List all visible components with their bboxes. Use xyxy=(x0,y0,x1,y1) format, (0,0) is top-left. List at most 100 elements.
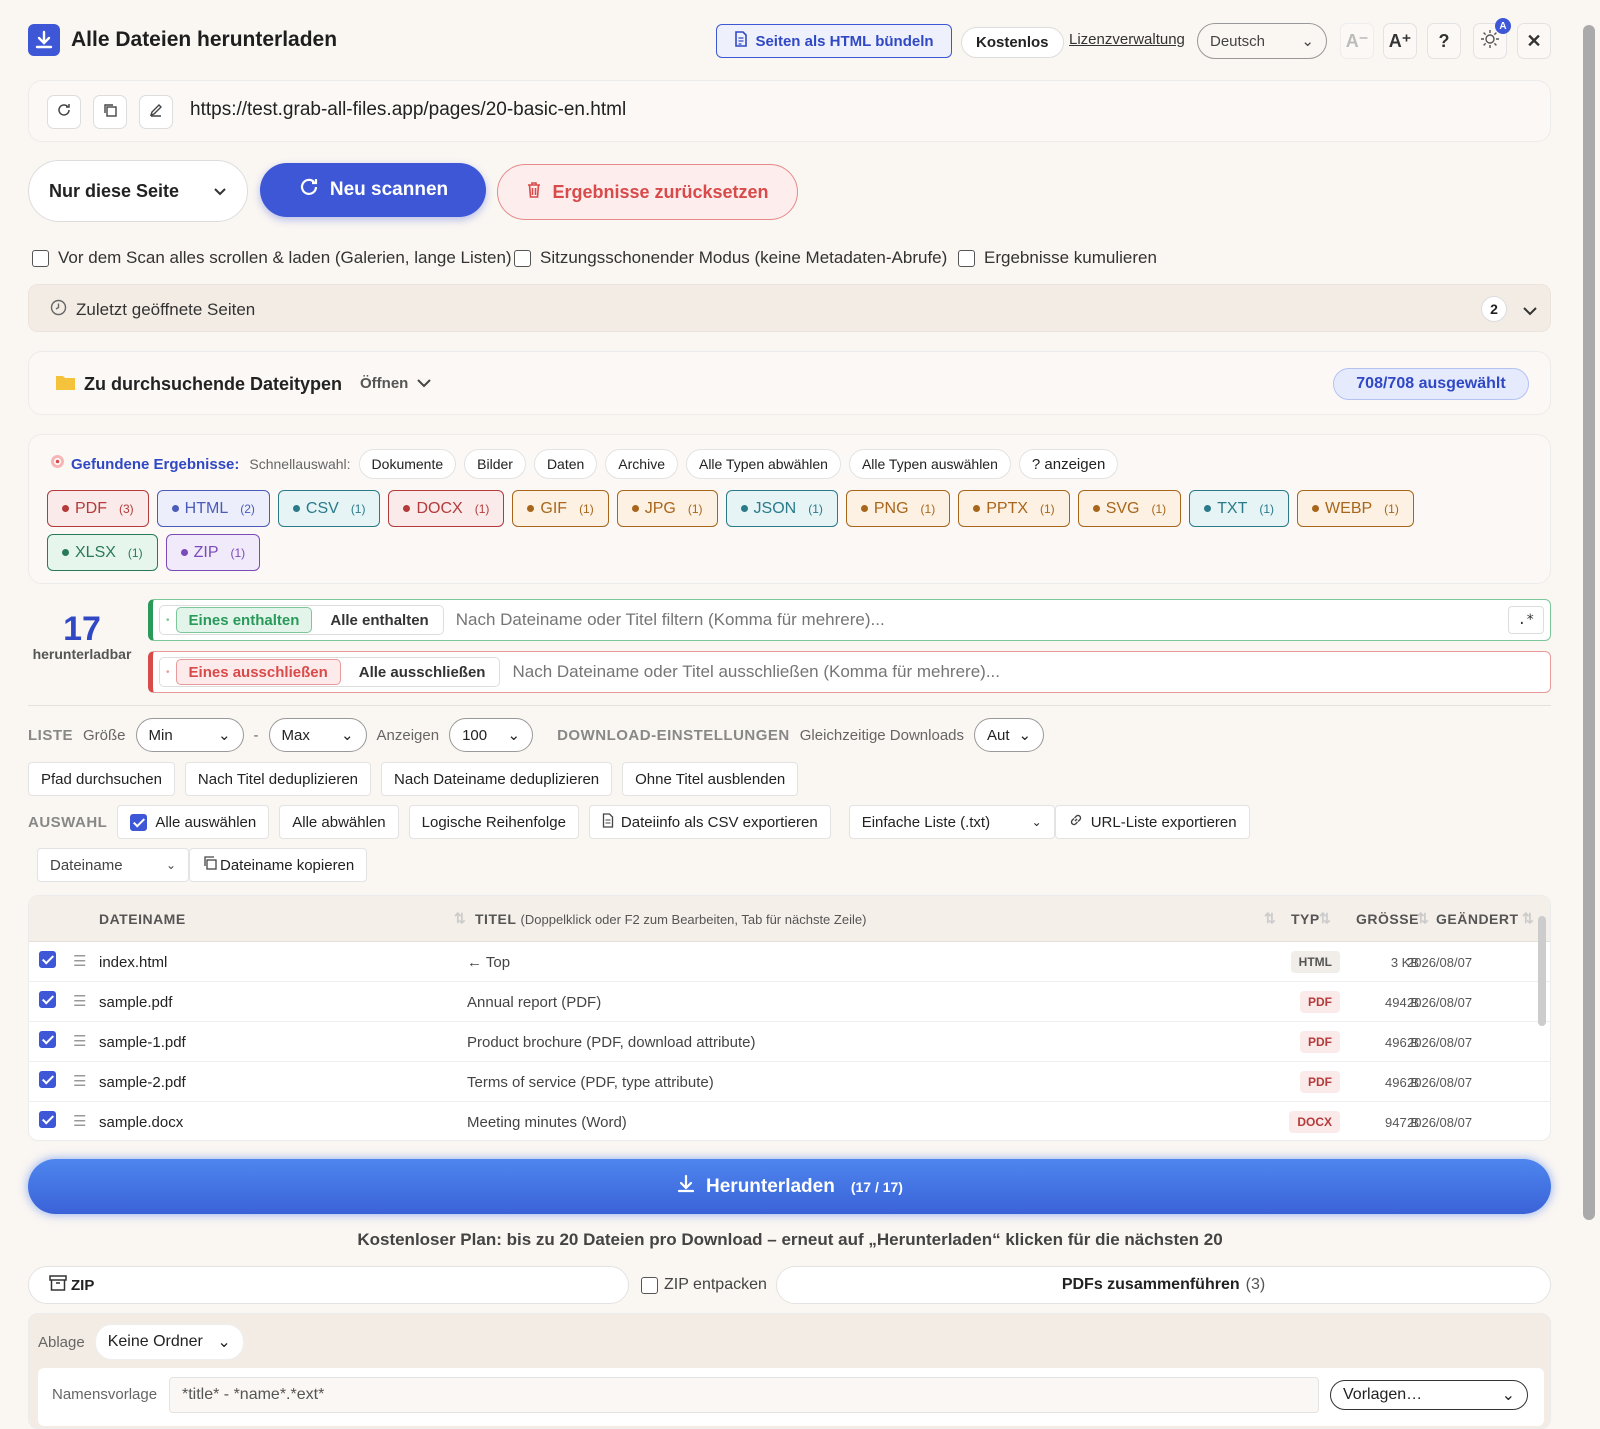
language-select[interactable]: Deutsch ⌄ xyxy=(1197,23,1327,59)
dedupe-title-button[interactable]: Nach Titel deduplizieren xyxy=(184,762,372,796)
sort-icon[interactable]: ⇅ xyxy=(1417,910,1429,927)
sort-icon[interactable]: ⇅ xyxy=(1264,910,1276,927)
type-tag-pdf[interactable]: PDF (3) xyxy=(47,490,149,527)
exclude-filter-input[interactable] xyxy=(512,662,1513,682)
deselect-all-types-button[interactable]: Alle Typen abwählen xyxy=(685,449,841,479)
option-scroll-load[interactable]: Vor dem Scan alles scrollen & laden (Gal… xyxy=(32,248,512,268)
type-tag-csv[interactable]: CSV (1) xyxy=(277,490,381,527)
regex-toggle[interactable]: .* xyxy=(1508,606,1544,634)
recent-pages-panel[interactable] xyxy=(28,284,1551,332)
row-checkbox[interactable] xyxy=(39,1111,56,1128)
table-scrollbar[interactable] xyxy=(1538,916,1546,1026)
option-accumulate[interactable]: Ergebnisse kumulieren xyxy=(958,248,1157,268)
font-larger-button[interactable]: A⁺ xyxy=(1383,23,1417,59)
quick-images-button[interactable]: Bilder xyxy=(464,449,526,479)
download-button[interactable]: Herunterladen (17 / 17) xyxy=(28,1159,1551,1214)
table-row[interactable]: ☰ index.html ← Top HTML 3 KB 2026/08/07 xyxy=(29,942,1550,982)
deselect-all-button[interactable]: Alle abwählen xyxy=(279,805,399,839)
file-types-toggle[interactable]: Öffnen xyxy=(360,375,432,392)
merge-pdfs-button[interactable]: PDFs zusammenführen (3) xyxy=(776,1266,1551,1304)
type-tag-jpg[interactable]: JPG (1) xyxy=(616,490,718,527)
reload-button[interactable] xyxy=(47,95,81,129)
license-link[interactable]: Lizenzverwaltung xyxy=(1069,31,1185,48)
url-text[interactable]: https://test.grab-all-files.app/pages/20… xyxy=(190,99,626,121)
row-title[interactable]: Meeting minutes (Word) xyxy=(467,1114,627,1131)
type-tag-svg[interactable]: SVG (1) xyxy=(1077,490,1182,527)
reset-results-button[interactable]: Ergebnisse zurücksetzen xyxy=(497,164,798,220)
min-size-select[interactable]: Min ⌄ xyxy=(135,718,244,752)
name-template-input[interactable]: *title* - *name*.*ext* xyxy=(169,1377,1319,1413)
row-title[interactable]: Terms of service (PDF, type attribute) xyxy=(467,1074,714,1091)
page-scrollbar[interactable] xyxy=(1583,25,1595,1220)
include-all-button[interactable]: Alle enthalten xyxy=(318,607,440,633)
row-checkbox[interactable] xyxy=(39,991,56,1008)
header-title[interactable]: TITEL (Doppelklick oder F2 zum Bearbeite… xyxy=(475,911,866,927)
header-size[interactable]: GRÖSSE xyxy=(1356,911,1419,927)
include-filter-input[interactable] xyxy=(455,610,1466,630)
row-checkbox[interactable] xyxy=(39,1071,56,1088)
max-size-select[interactable]: Max ⌄ xyxy=(268,718,367,752)
hide-untitled-button[interactable]: Ohne Titel ausblenden xyxy=(622,762,799,796)
quick-documents-button[interactable]: Dokumente xyxy=(358,449,457,479)
drag-handle-icon[interactable]: ☰ xyxy=(73,952,86,970)
header-modified[interactable]: GEÄNDERT xyxy=(1436,911,1519,927)
drag-handle-icon[interactable]: ☰ xyxy=(73,992,86,1010)
select-all-types-button[interactable]: Alle Typen auswählen xyxy=(848,449,1011,479)
exclude-all-button[interactable]: Alle ausschließen xyxy=(347,659,498,685)
type-tag-gif[interactable]: GIF (1) xyxy=(512,490,609,527)
type-tag-webp[interactable]: WEBP (1) xyxy=(1297,490,1414,527)
type-tag-xlsx[interactable]: XLSX (1) xyxy=(47,534,158,571)
drag-handle-icon[interactable]: ☰ xyxy=(73,1032,86,1050)
bundle-html-button[interactable]: Seiten als HTML bündeln xyxy=(716,24,952,58)
font-smaller-button[interactable]: A⁻ xyxy=(1340,23,1374,59)
help-button[interactable]: ? xyxy=(1427,23,1461,59)
copy-field-select[interactable]: Dateiname ⌄ xyxy=(37,848,189,882)
select-all-button[interactable]: Alle auswählen xyxy=(117,805,270,839)
list-format-select[interactable]: Einfache Liste (.txt) ⌄ xyxy=(848,805,1055,839)
copy-url-button[interactable] xyxy=(93,95,127,129)
accumulate-checkbox[interactable] xyxy=(958,249,975,267)
type-tag-pptx[interactable]: PPTX (1) xyxy=(958,490,1070,527)
sort-icon[interactable]: ⇅ xyxy=(1319,910,1331,927)
table-row[interactable]: ☰ sample-2.pdf Terms of service (PDF, type… xyxy=(29,1062,1550,1102)
edit-url-button[interactable] xyxy=(139,95,173,129)
quick-data-button[interactable]: Daten xyxy=(533,449,598,479)
table-row[interactable]: ☰ sample-1.pdf Product brochure (PDF, down… xyxy=(29,1022,1550,1062)
type-tag-json[interactable]: JSON (1) xyxy=(725,490,838,527)
type-tag-html[interactable]: HTML (2) xyxy=(156,490,270,527)
exclude-any-button[interactable]: Eines ausschließen xyxy=(175,659,341,685)
template-presets-select[interactable]: Vorlagen… ⌄ xyxy=(1330,1380,1528,1410)
table-row[interactable]: ☰ sample.docx Meeting minutes (Word) DOCX 94… xyxy=(29,1102,1550,1140)
row-title[interactable]: Product brochure (PDF, download attribut… xyxy=(467,1034,755,1051)
scroll-load-checkbox[interactable] xyxy=(32,249,49,267)
sort-icon[interactable]: ⇅ xyxy=(454,910,466,927)
storage-select[interactable]: Keine Ordner ⌄ xyxy=(94,1324,244,1360)
close-button[interactable]: ✕ xyxy=(1517,23,1551,59)
show-count-select[interactable]: 100 ⌄ xyxy=(449,718,534,752)
select-all-checkbox[interactable] xyxy=(130,813,148,831)
show-help-button[interactable]: ? anzeigen xyxy=(1018,449,1119,479)
copy-filename-button[interactable]: Dateiname kopieren xyxy=(189,848,368,882)
search-path-button[interactable]: Pfad durchsuchen xyxy=(28,762,175,796)
quick-archives-button[interactable]: Archive xyxy=(605,449,678,479)
rescan-button[interactable]: Neu scannen xyxy=(260,163,486,217)
row-title[interactable]: Annual report (PDF) xyxy=(467,994,601,1011)
unzip-checkbox[interactable] xyxy=(641,1276,658,1294)
zip-button[interactable]: ZIP xyxy=(28,1266,629,1304)
unzip-option[interactable]: ZIP entpacken xyxy=(641,1276,767,1294)
session-saving-checkbox[interactable] xyxy=(514,249,531,267)
header-type[interactable]: TYP xyxy=(1291,911,1320,927)
logical-order-button[interactable]: Logische Reihenfolge xyxy=(408,805,579,839)
scan-scope-select[interactable]: Nur diese Seite xyxy=(28,160,248,222)
drag-handle-icon[interactable]: ☰ xyxy=(73,1072,86,1090)
drag-handle-icon[interactable]: ☰ xyxy=(73,1112,86,1130)
type-tag-png[interactable]: PNG (1) xyxy=(845,490,951,527)
include-any-button[interactable]: Eines enthalten xyxy=(175,607,313,633)
sort-icon[interactable]: ⇅ xyxy=(1522,910,1534,927)
table-row[interactable]: ☰ sample.pdf Annual report (PDF) PDF 494 B 20… xyxy=(29,982,1550,1022)
row-checkbox[interactable] xyxy=(39,951,56,968)
chevron-down-icon[interactable] xyxy=(1522,303,1538,321)
option-session-saving[interactable]: Sitzungsschonender Modus (keine Metadate… xyxy=(514,248,947,268)
export-urls-button[interactable]: URL-Liste exportieren xyxy=(1054,805,1250,839)
type-tag-txt[interactable]: TXT (1) xyxy=(1189,490,1290,527)
